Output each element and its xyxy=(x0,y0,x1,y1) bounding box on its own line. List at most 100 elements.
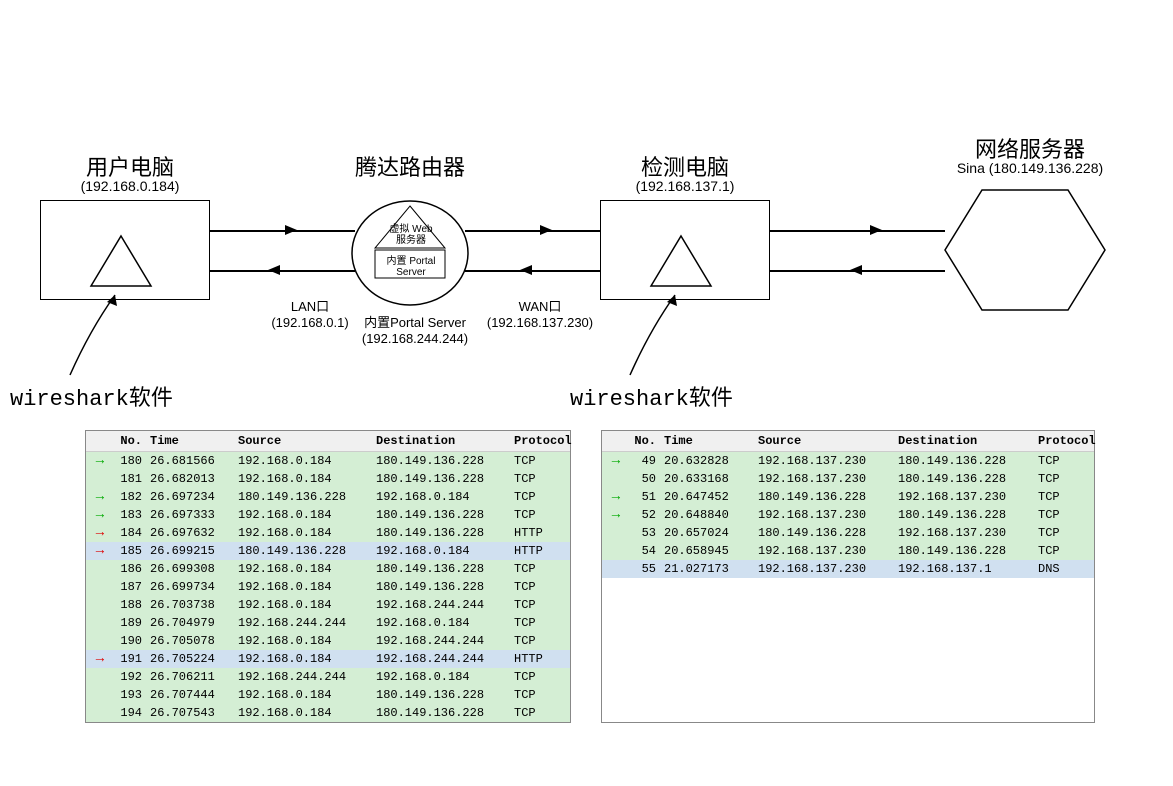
table-row[interactable]: 19226.706211192.168.244.244192.168.0.184… xyxy=(86,668,570,686)
cell-src: 192.168.0.184 xyxy=(234,452,372,470)
wireshark-label-left: wireshark软件 xyxy=(10,380,173,412)
cell-dst: 180.149.136.228 xyxy=(372,470,510,488)
cell-no: 188 xyxy=(114,596,146,614)
cell-no: 190 xyxy=(114,632,146,650)
cell-no: 186 xyxy=(114,560,146,578)
portal-label: 内置Portal Server(192.168.244.244) xyxy=(355,312,475,346)
cell-proto: TCP xyxy=(510,704,570,722)
table-row[interactable]: 19326.707444192.168.0.184180.149.136.228… xyxy=(86,686,570,704)
hexagon-icon xyxy=(940,185,1110,315)
cell-proto: TCP xyxy=(510,668,570,686)
cell-proto: TCP xyxy=(510,578,570,596)
cell-no: 185 xyxy=(114,542,146,560)
cell-time: 26.705224 xyxy=(146,650,234,668)
arrow-right-icon xyxy=(870,225,882,235)
table-row[interactable]: 5420.658945192.168.137.230180.149.136.22… xyxy=(602,542,1094,560)
cell-no: 49 xyxy=(630,452,660,470)
cell-time: 26.705078 xyxy=(146,632,234,650)
wan-label: WAN口(192.168.137.230) xyxy=(480,296,600,330)
cell-time: 21.027173 xyxy=(660,560,754,578)
router-title: 腾达路由器 xyxy=(330,150,490,182)
table-row[interactable]: →18226.697234180.149.136.228192.168.0.18… xyxy=(86,488,570,506)
cell-dst: 180.149.136.228 xyxy=(894,470,1034,488)
table-row[interactable]: →5220.648840192.168.137.230180.149.136.2… xyxy=(602,506,1094,524)
marker-arrow-icon xyxy=(86,704,114,722)
cell-time: 26.707543 xyxy=(146,704,234,722)
cell-time: 26.699308 xyxy=(146,560,234,578)
cell-src: 192.168.137.230 xyxy=(754,452,894,470)
marker-arrow-icon: → xyxy=(86,452,114,470)
table-row[interactable]: →18426.697632192.168.0.184180.149.136.22… xyxy=(86,524,570,542)
cell-proto: TCP xyxy=(510,596,570,614)
cell-dst: 192.168.0.184 xyxy=(372,542,510,560)
link-line xyxy=(210,230,355,232)
marker-arrow-icon xyxy=(86,578,114,596)
arrow-right-icon xyxy=(540,225,552,235)
cell-src: 192.168.244.244 xyxy=(234,668,372,686)
cell-dst: 180.149.136.228 xyxy=(372,578,510,596)
marker-arrow-icon: → xyxy=(602,506,630,524)
cell-proto: TCP xyxy=(1034,524,1094,542)
cell-no: 193 xyxy=(114,686,146,704)
packet-table-left: No. Time Source Destination Protocol →18… xyxy=(85,430,571,723)
cell-dst: 180.149.136.228 xyxy=(894,506,1034,524)
table-row[interactable]: →18326.697333192.168.0.184180.149.136.22… xyxy=(86,506,570,524)
lan-label: LAN口(192.168.0.1) xyxy=(270,296,350,330)
cell-time: 26.699734 xyxy=(146,578,234,596)
arrow-right-icon xyxy=(285,225,297,235)
cell-no: 180 xyxy=(114,452,146,470)
table-row[interactable]: 18726.699734192.168.0.184180.149.136.228… xyxy=(86,578,570,596)
pointer-arrow-icon xyxy=(60,290,140,380)
table-row[interactable]: 19426.707543192.168.0.184180.149.136.228… xyxy=(86,704,570,722)
table-row[interactable]: 19026.705078192.168.0.184192.168.244.244… xyxy=(86,632,570,650)
cell-no: 55 xyxy=(630,560,660,578)
cell-no: 192 xyxy=(114,668,146,686)
table-row[interactable]: →18526.699215180.149.136.228192.168.0.18… xyxy=(86,542,570,560)
arrow-left-icon xyxy=(520,265,532,275)
table-row[interactable]: 5320.657024180.149.136.228192.168.137.23… xyxy=(602,524,1094,542)
cell-time: 20.657024 xyxy=(660,524,754,542)
table-row[interactable]: 18126.682013192.168.0.184180.149.136.228… xyxy=(86,470,570,488)
table-row[interactable]: 18826.703738192.168.0.184192.168.244.244… xyxy=(86,596,570,614)
cell-time: 20.647452 xyxy=(660,488,754,506)
marker-arrow-icon xyxy=(602,524,630,542)
cell-dst: 180.149.136.228 xyxy=(372,704,510,722)
table-row[interactable]: 18926.704979192.168.244.244192.168.0.184… xyxy=(86,614,570,632)
marker-arrow-icon: → xyxy=(86,506,114,524)
table-row[interactable]: →19126.705224192.168.0.184192.168.244.24… xyxy=(86,650,570,668)
cell-proto: TCP xyxy=(1034,470,1094,488)
table-row[interactable]: →5120.647452180.149.136.228192.168.137.2… xyxy=(602,488,1094,506)
marker-arrow-icon: → xyxy=(86,524,114,542)
cell-dst: 180.149.136.228 xyxy=(894,452,1034,470)
wireshark-label-right: wireshark软件 xyxy=(570,380,733,412)
cell-no: 181 xyxy=(114,470,146,488)
table-row[interactable]: 5521.027173192.168.137.230192.168.137.1D… xyxy=(602,560,1094,578)
table-row[interactable]: 5020.633168192.168.137.230180.149.136.22… xyxy=(602,470,1094,488)
cell-src: 192.168.0.184 xyxy=(234,506,372,524)
cell-src: 192.168.137.230 xyxy=(754,470,894,488)
cell-dst: 192.168.244.244 xyxy=(372,632,510,650)
cell-no: 51 xyxy=(630,488,660,506)
virtual-web-label: 虚拟 Web服务器 xyxy=(386,224,436,246)
marker-arrow-icon xyxy=(86,614,114,632)
cell-src: 192.168.0.184 xyxy=(234,704,372,722)
cell-time: 26.703738 xyxy=(146,596,234,614)
cell-dst: 192.168.244.244 xyxy=(372,596,510,614)
table-row[interactable]: →18026.681566192.168.0.184180.149.136.22… xyxy=(86,452,570,470)
marker-arrow-icon: → xyxy=(602,488,630,506)
marker-arrow-icon: → xyxy=(86,650,114,668)
marker-arrow-icon xyxy=(86,596,114,614)
packet-table-right: No. Time Source Destination Protocol →49… xyxy=(601,430,1095,723)
cell-src: 192.168.0.184 xyxy=(234,686,372,704)
table-row[interactable]: 18626.699308192.168.0.184180.149.136.228… xyxy=(86,560,570,578)
cell-dst: 192.168.137.1 xyxy=(894,560,1034,578)
cell-time: 26.697632 xyxy=(146,524,234,542)
marker-arrow-icon xyxy=(602,560,630,578)
cell-src: 192.168.0.184 xyxy=(234,632,372,650)
table-row[interactable]: →4920.632828192.168.137.230180.149.136.2… xyxy=(602,452,1094,470)
cell-proto: TCP xyxy=(510,470,570,488)
cell-proto: HTTP xyxy=(510,524,570,542)
cell-dst: 180.149.136.228 xyxy=(372,524,510,542)
cell-dst: 192.168.137.230 xyxy=(894,488,1034,506)
cell-time: 26.697234 xyxy=(146,488,234,506)
